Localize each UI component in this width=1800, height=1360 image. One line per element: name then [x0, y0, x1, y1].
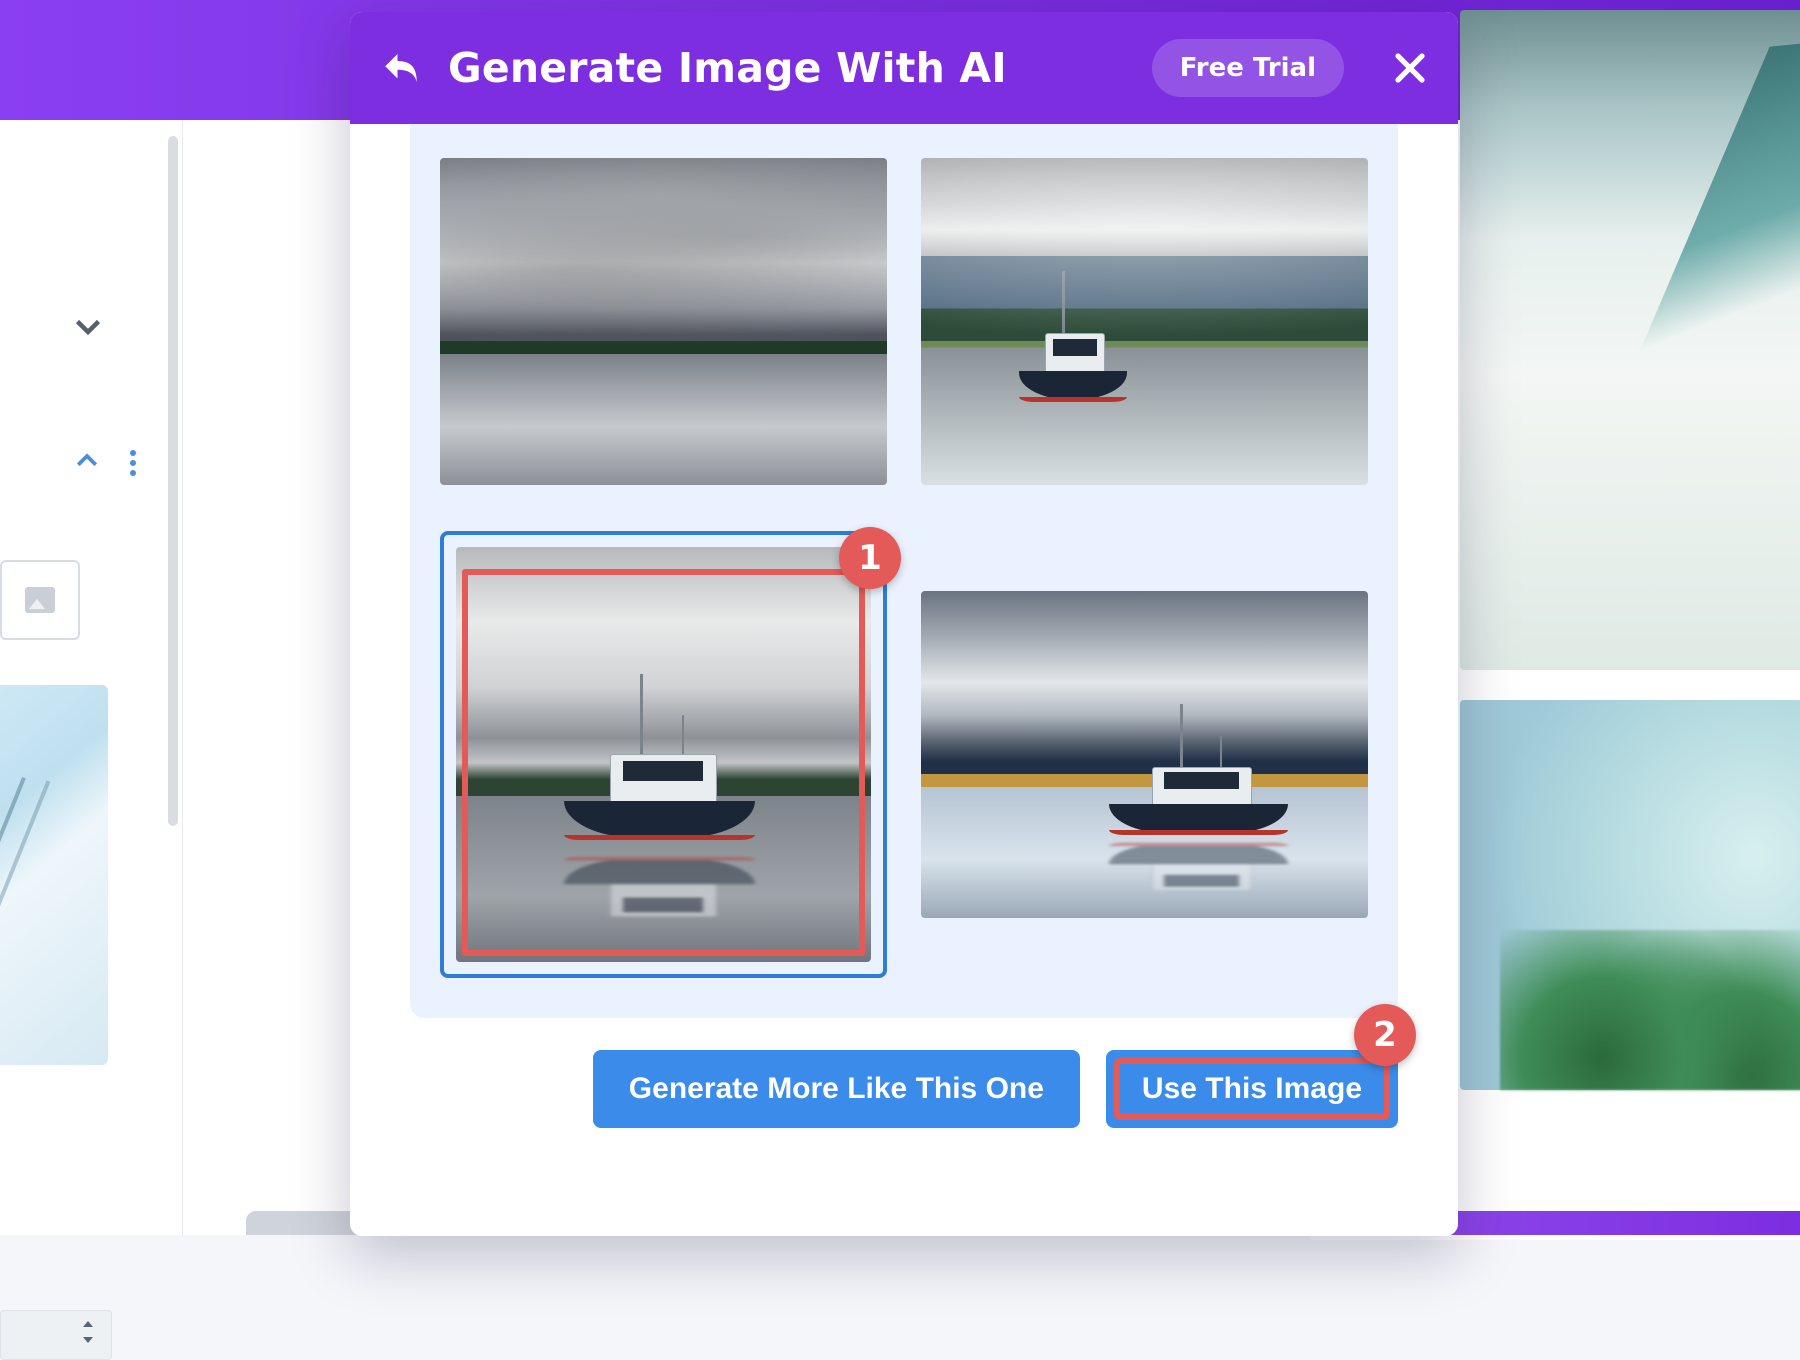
more-options-icon[interactable]	[124, 446, 142, 476]
result-image-1[interactable]	[440, 158, 887, 485]
sidebar-scrollbar[interactable]	[168, 136, 178, 826]
result-cell-1	[440, 158, 887, 485]
generate-more-button[interactable]: Generate More Like This One	[593, 1050, 1080, 1128]
chevron-down-icon[interactable]	[70, 308, 106, 344]
boat-mast-icon	[1180, 704, 1183, 772]
result-cell-2	[921, 158, 1368, 485]
boat-hull-icon	[1019, 371, 1126, 400]
boat-hull-icon	[564, 801, 755, 838]
result-image-2[interactable]	[921, 158, 1368, 485]
free-trial-badge[interactable]: Free Trial	[1152, 39, 1344, 97]
boat-mast-icon	[640, 674, 643, 760]
modal-body: 1	[350, 124, 1458, 1236]
result-cell-3: 1	[440, 531, 887, 978]
sidebar-preview-image[interactable]	[0, 685, 108, 1065]
selected-frame	[440, 531, 887, 978]
use-image-wrap: Use This Image 2	[1106, 1050, 1398, 1128]
close-icon[interactable]	[1392, 50, 1428, 86]
boat-mast-icon	[1062, 271, 1065, 339]
boat-cabin-icon	[610, 754, 717, 806]
annotation-badge-1: 1	[839, 527, 901, 589]
results-panel: 1	[410, 124, 1398, 1018]
result-cell-4	[921, 591, 1368, 918]
generate-more-wrap: Generate More Like This One	[593, 1050, 1080, 1128]
use-this-image-button[interactable]: Use This Image	[1106, 1050, 1398, 1128]
gallery-image-right-2[interactable]	[1460, 700, 1800, 1090]
image-placeholder-thumb[interactable]	[0, 560, 80, 640]
image-icon	[25, 587, 55, 613]
modal-actions: Generate More Like This One Use This Ima…	[350, 1018, 1458, 1128]
annotation-badge-2: 2	[1354, 1004, 1416, 1066]
modal-header: Generate Image With AI Free Trial	[350, 12, 1458, 124]
sidebar-select-box[interactable]	[0, 1310, 112, 1360]
boat-cabin-icon	[1152, 767, 1252, 808]
results-grid: 1	[440, 158, 1368, 978]
boat-cabin-icon	[1045, 333, 1105, 374]
boat-hull-icon	[1109, 804, 1288, 833]
back-icon[interactable]	[380, 47, 422, 89]
sort-icon	[81, 1321, 95, 1343]
gallery-image-right-1[interactable]	[1460, 10, 1800, 670]
left-sidebar	[0, 120, 183, 1235]
modal-title: Generate Image With AI	[448, 44, 1126, 92]
result-image-3[interactable]	[456, 547, 871, 962]
result-image-4[interactable]	[921, 591, 1368, 918]
ai-image-modal: Generate Image With AI Free Trial	[350, 12, 1458, 1236]
chevron-up-icon[interactable]	[72, 446, 102, 476]
